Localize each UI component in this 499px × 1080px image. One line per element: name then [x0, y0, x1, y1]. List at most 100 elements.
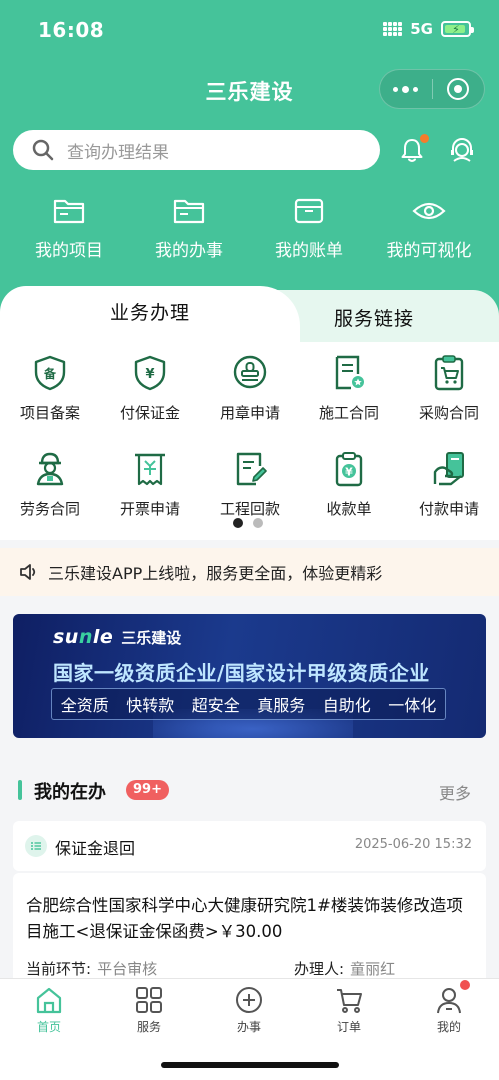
tab-label: 我的 — [436, 1020, 461, 1034]
grid-icon — [136, 987, 162, 1013]
tab-affairs[interactable]: 办事 — [209, 985, 289, 1035]
service-label: 用章申请 — [219, 404, 280, 422]
service-receipt[interactable]: ¥ 收款单 — [299, 450, 399, 519]
tab-services[interactable]: 服务 — [109, 985, 189, 1035]
pager-dot[interactable] — [253, 518, 263, 528]
todo-item-header[interactable]: 保证金退回 2025-06-20 15:32 — [13, 821, 486, 871]
user-icon — [437, 988, 461, 1014]
service-label: 收款单 — [326, 500, 372, 518]
service-project-payback[interactable]: 工程回款 — [200, 450, 300, 519]
close-target-icon[interactable] — [432, 78, 484, 100]
search-input[interactable]: 查询办理结果 — [13, 130, 380, 170]
notification-dot — [420, 134, 429, 143]
quick-link-label: 我的账单 — [275, 241, 343, 261]
home-icon — [36, 987, 62, 1014]
tab-business[interactable]: 业务办理 — [0, 286, 300, 342]
quick-link-label: 我的可视化 — [386, 241, 472, 261]
payment-hand-icon — [433, 452, 464, 486]
section-accent-bar — [18, 780, 22, 800]
customer-service-icon[interactable] — [447, 136, 477, 164]
banner-feature-list: 全资质 快转款 超安全 真服务 自助化 一体化 — [51, 688, 446, 720]
invoice-icon — [135, 453, 165, 486]
plus-circle-icon — [236, 987, 262, 1013]
receipt-yen-icon: ¥ — [335, 452, 363, 487]
service-labor-contract[interactable]: 劳务合同 — [0, 450, 100, 519]
battery-icon: ⚡ — [441, 21, 474, 37]
service-label: 施工合同 — [318, 404, 379, 422]
stamp-icon — [233, 355, 267, 389]
service-purchase-contract[interactable]: 采购合同 — [399, 354, 499, 423]
service-pay-deposit[interactable]: ¥ 付保证金 — [100, 354, 200, 423]
todo-stage: 当前环节: 平台审核 — [26, 958, 157, 979]
pager-dot-active[interactable] — [233, 518, 243, 528]
svg-text:¥: ¥ — [345, 466, 353, 479]
status-bar: 16:08 5G ⚡ — [0, 0, 499, 60]
service-construction-contract[interactable]: 施工合同 — [299, 354, 399, 423]
quick-link-my-visualization[interactable]: 我的可视化 — [369, 195, 489, 261]
contract-icon — [335, 355, 364, 390]
tab-label: 订单 — [336, 1020, 361, 1034]
brand-logo-text: 三乐建设 — [121, 628, 182, 647]
svg-text:备: 备 — [43, 366, 57, 381]
cart-icon — [337, 989, 362, 1013]
stage-label: 当前环节: — [26, 960, 92, 978]
section-title: 我的在办 — [34, 782, 106, 803]
service-label: 劳务合同 — [19, 500, 80, 518]
todo-item-title: 保证金退回 — [55, 839, 136, 858]
speaker-icon — [20, 564, 36, 580]
banner-headline: 国家一级资质企业/国家设计甲级资质企业 — [53, 661, 430, 685]
tab-label: 办事 — [236, 1020, 261, 1034]
pager-dots — [233, 518, 263, 528]
tab-business-label: 业务办理 — [109, 302, 190, 324]
more-dots-icon[interactable] — [380, 85, 432, 93]
cart-clipboard-icon — [434, 355, 464, 391]
brand-logo: sunle 三乐建设 — [53, 626, 182, 648]
worker-icon — [36, 452, 64, 486]
tab-profile[interactable]: 我的 — [409, 985, 489, 1035]
in-progress-section-header: 我的在办 99+ 更多 — [0, 772, 499, 808]
announcement-text: 三乐建设APP上线啦，服务更全面，体验更精彩 — [48, 564, 383, 583]
todo-handler: 办理人: 童丽红 — [294, 958, 395, 979]
mini-program-capsule — [379, 69, 485, 109]
quick-link-my-affairs[interactable]: 我的办事 — [129, 195, 249, 261]
handler-value: 童丽红 — [350, 960, 396, 978]
more-link[interactable]: 更多 — [439, 780, 471, 804]
status-time: 16:08 — [38, 18, 105, 42]
search-placeholder: 查询办理结果 — [67, 142, 169, 163]
count-badge: 99+ — [126, 780, 169, 800]
banner-feature: 快转款 — [126, 696, 175, 715]
svg-text:¥: ¥ — [145, 367, 154, 382]
banner-feature: 超安全 — [191, 696, 240, 715]
tab-service-links-label[interactable]: 服务链接 — [334, 304, 414, 331]
search-icon — [32, 139, 54, 161]
stage-value: 平台审核 — [97, 960, 158, 978]
folder-icon — [173, 199, 205, 224]
edit-document-icon — [236, 452, 267, 486]
tab-orders[interactable]: 订单 — [309, 985, 389, 1035]
network-label: 5G — [410, 20, 433, 38]
shield-yen-icon: ¥ — [134, 355, 166, 391]
status-indicators: 5G ⚡ — [383, 20, 474, 38]
service-project-record[interactable]: 备 项目备案 — [0, 354, 100, 423]
todo-item-body[interactable]: 合肥综合性国家科学中心大健康研究院1#楼装饰装修改造项目施工<退保证金保函费>￥… — [13, 873, 486, 988]
bill-box-icon — [294, 198, 324, 224]
promo-banner[interactable]: sunle 三乐建设 国家一级资质企业/国家设计甲级资质企业 全资质 快转款 超… — [13, 614, 486, 738]
service-label: 工程回款 — [219, 500, 280, 518]
service-seal-request[interactable]: 用章申请 — [200, 354, 300, 423]
announcement-bar[interactable]: 三乐建设APP上线啦，服务更全面，体验更精彩 — [0, 548, 499, 596]
service-label: 项目备案 — [19, 404, 80, 422]
quick-link-my-projects[interactable]: 我的项目 — [9, 195, 129, 261]
banner-feature: 真服务 — [257, 696, 306, 715]
banner-feature: 全资质 — [60, 696, 109, 715]
service-tabs: 业务办理 服务链接 — [0, 286, 499, 342]
service-label: 付款申请 — [418, 500, 479, 518]
service-invoice-request[interactable]: 开票申请 — [100, 450, 200, 519]
banner-feature: 自助化 — [322, 696, 371, 715]
folder-icon — [53, 199, 85, 224]
quick-link-my-bills[interactable]: 我的账单 — [249, 195, 369, 261]
signal-icon — [383, 22, 403, 36]
tab-home[interactable]: 首页 — [9, 985, 89, 1035]
quick-link-label: 我的办事 — [155, 241, 223, 261]
list-icon — [25, 835, 47, 857]
service-payment-request[interactable]: 付款申请 — [399, 450, 499, 519]
